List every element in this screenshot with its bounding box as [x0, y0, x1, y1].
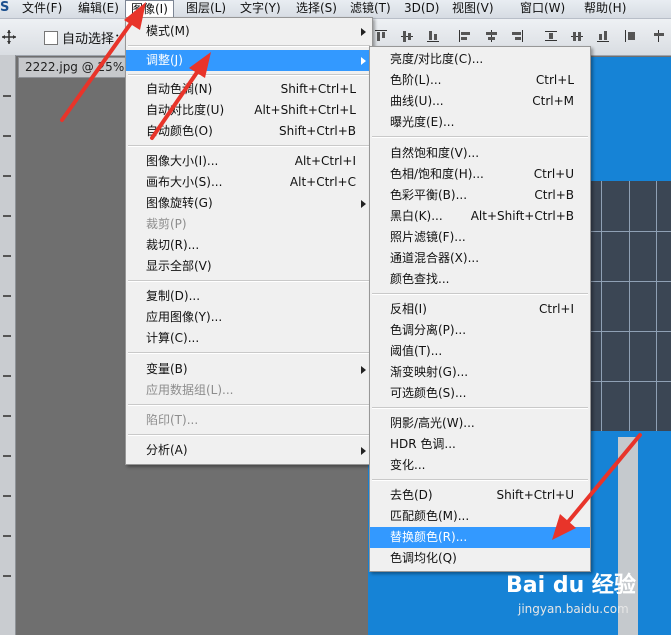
menu-item-reveal-all[interactable]: 显示全部(V): [126, 256, 372, 277]
distribute-bottom-icon[interactable]: [596, 29, 610, 43]
menu-item-trim[interactable]: 裁切(R)...: [126, 235, 372, 256]
menu-item-auto-color[interactable]: 自动颜色(O) Shift+Ctrl+B: [126, 121, 372, 142]
tool-pen-icon[interactable]: [3, 415, 11, 417]
tool-lasso-icon[interactable]: [3, 135, 11, 137]
menu-edit[interactable]: 编辑(E): [78, 0, 119, 18]
menu-item-duplicate[interactable]: 复制(D)...: [126, 286, 372, 307]
tool-hand-icon[interactable]: [3, 575, 11, 577]
menu-window[interactable]: 窗口(W): [520, 0, 565, 18]
auto-select-label: 自动选择：: [62, 32, 128, 47]
menu-item-replace-color[interactable]: 替换颜色(R)...: [370, 527, 590, 548]
tool-type-icon[interactable]: [3, 455, 11, 457]
distribute-left-icon[interactable]: [624, 29, 638, 43]
menu-item-crop: 裁剪(P): [146, 217, 187, 231]
menu-item-adjustments[interactable]: 调整(J): [126, 50, 372, 71]
tool-eyedropper-icon[interactable]: [3, 215, 11, 217]
menu-item-hdr-toning[interactable]: HDR 色调...: [370, 434, 590, 455]
menu-item-variables[interactable]: 变量(B): [126, 359, 372, 380]
tools-panel: [0, 55, 16, 635]
menu-filter[interactable]: 滤镜(T): [350, 0, 391, 18]
tool-gradient-icon[interactable]: [3, 375, 11, 377]
menu-item-color-balance[interactable]: 色彩平衡(B)... Ctrl+B: [370, 185, 590, 206]
menu-view[interactable]: 视图(V): [452, 0, 494, 18]
menu-item-posterize[interactable]: 色调分离(P)...: [370, 320, 590, 341]
align-top-icon[interactable]: [374, 29, 388, 43]
tool-stamp-icon[interactable]: [3, 295, 11, 297]
menu-item-invert[interactable]: 反相(I) Ctrl+I: [370, 299, 590, 320]
menu-item-trap: 陷印(T)...: [146, 413, 199, 427]
submenu-arrow-icon: [361, 447, 366, 455]
tool-brush-icon[interactable]: [3, 255, 11, 257]
tool-eraser-icon[interactable]: [3, 335, 11, 337]
watermark-url: jingyan.baidu.com: [518, 602, 629, 616]
menu-type[interactable]: 文字(Y): [240, 0, 281, 18]
menu-item-channel-mixer[interactable]: 通道混合器(X)...: [370, 248, 590, 269]
menu-item-analysis[interactable]: 分析(A): [126, 440, 372, 461]
menu-item-exposure[interactable]: 曝光度(E)...: [370, 112, 590, 133]
tool-marquee-icon[interactable]: [3, 95, 11, 97]
menu-item-vibrance[interactable]: 自然饱和度(V)...: [370, 143, 590, 164]
menu-item-auto-contrast[interactable]: 自动对比度(U) Alt+Shift+Ctrl+L: [126, 100, 372, 121]
submenu-arrow-icon: [361, 28, 366, 36]
align-hcenter-icon[interactable]: [484, 29, 498, 43]
tool-shape-icon[interactable]: [3, 535, 11, 537]
menu-item-canvas-size[interactable]: 画布大小(S)... Alt+Ctrl+C: [126, 172, 372, 193]
distribute-hcenter-icon[interactable]: [652, 29, 666, 43]
menu-item-variations[interactable]: 变化...: [370, 455, 590, 476]
menu-item-curves[interactable]: 曲线(U)... Ctrl+M: [370, 91, 590, 112]
menu-item-mode[interactable]: 模式(M): [126, 21, 372, 42]
menu-item-gradient-map[interactable]: 渐变映射(G)...: [370, 362, 590, 383]
menu-image[interactable]: 图像(I): [125, 0, 174, 17]
menu-item-equalize[interactable]: 色调均化(Q): [370, 548, 590, 569]
menu-3d[interactable]: 3D(D): [404, 0, 439, 18]
menu-item-apply-data-set: 应用数据组(L)...: [146, 383, 234, 397]
auto-select-checkbox[interactable]: [44, 31, 58, 45]
menu-item-color-lookup[interactable]: 颜色查找...: [370, 269, 590, 290]
image-menu-dropdown: 模式(M) 调整(J) 自动色调(N) Shift+Ctrl+L 自动对比度(U)…: [125, 17, 373, 465]
menu-item-threshold[interactable]: 阈值(T)...: [370, 341, 590, 362]
app-logo: S: [0, 0, 10, 15]
submenu-arrow-icon: [361, 366, 366, 374]
menu-file[interactable]: 文件(F): [22, 0, 62, 18]
adjustments-submenu: 亮度/对比度(C)... 色阶(L)... Ctrl+L 曲线(U)... Ctrl…: [369, 46, 591, 572]
move-tool-icon[interactable]: [2, 30, 16, 44]
menu-select[interactable]: 选择(S): [296, 0, 337, 18]
menu-layer[interactable]: 图层(L): [186, 0, 226, 18]
distribute-vcenter-icon[interactable]: [570, 29, 584, 43]
menu-item-hue-saturation[interactable]: 色相/饱和度(H)... Ctrl+U: [370, 164, 590, 185]
document-tab[interactable]: 2222.jpg @ 25% (: [18, 57, 142, 78]
submenu-arrow-icon: [361, 57, 366, 65]
align-vcenter-icon[interactable]: [400, 29, 414, 43]
menu-item-desaturate[interactable]: 去色(D) Shift+Ctrl+U: [370, 485, 590, 506]
align-right-icon[interactable]: [510, 29, 524, 43]
tool-crop-icon[interactable]: [3, 175, 11, 177]
distribute-top-icon[interactable]: [544, 29, 558, 43]
menu-item-apply-image[interactable]: 应用图像(Y)...: [126, 307, 372, 328]
menu-item-brightness-contrast[interactable]: 亮度/对比度(C)...: [370, 49, 590, 70]
submenu-arrow-icon: [361, 200, 366, 208]
menu-help[interactable]: 帮助(H): [584, 0, 626, 18]
menu-item-calculations[interactable]: 计算(C)...: [126, 328, 372, 349]
menu-item-levels[interactable]: 色阶(L)... Ctrl+L: [370, 70, 590, 91]
tool-path-select-icon[interactable]: [3, 495, 11, 497]
menu-item-match-color[interactable]: 匹配颜色(M)...: [370, 506, 590, 527]
menu-item-selective-color[interactable]: 可选颜色(S)...: [370, 383, 590, 404]
menu-item-shadows-highlights[interactable]: 阴影/高光(W)...: [370, 413, 590, 434]
menu-item-image-rotation[interactable]: 图像旋转(G): [126, 193, 372, 214]
align-left-icon[interactable]: [458, 29, 472, 43]
align-bottom-icon[interactable]: [426, 29, 440, 43]
menu-item-image-size[interactable]: 图像大小(I)... Alt+Ctrl+I: [126, 151, 372, 172]
menu-item-photo-filter[interactable]: 照片滤镜(F)...: [370, 227, 590, 248]
menu-item-auto-tone[interactable]: 自动色调(N) Shift+Ctrl+L: [126, 79, 372, 100]
menu-item-black-white[interactable]: 黑白(K)... Alt+Shift+Ctrl+B: [370, 206, 590, 227]
